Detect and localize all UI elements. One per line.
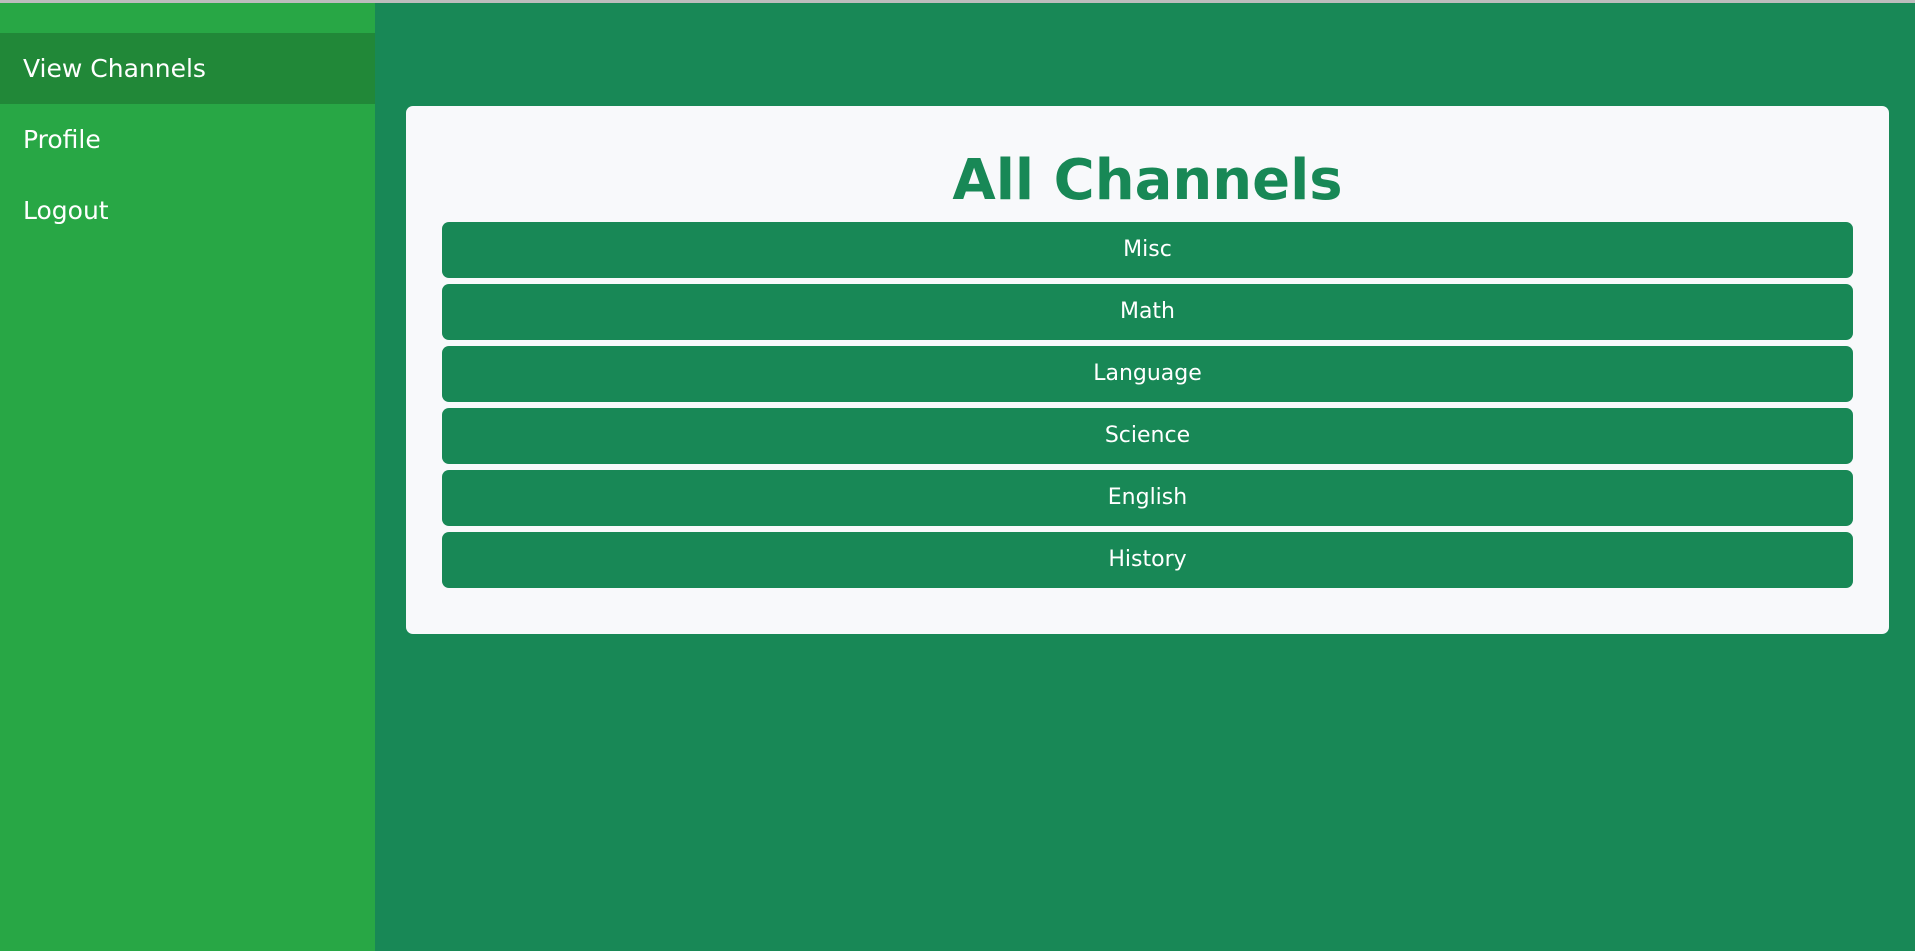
channel-list: Misc Math Language Science English Histo… [442,222,1853,588]
main-content: All Channels Misc Math Language Science … [375,3,1915,951]
sidebar-item-view-channels[interactable]: View Channels [0,33,375,104]
channel-button-english[interactable]: English [442,470,1853,526]
channel-button-science[interactable]: Science [442,408,1853,464]
sidebar-item-logout[interactable]: Logout [0,175,375,246]
channel-button-history[interactable]: History [442,532,1853,588]
channels-card: All Channels Misc Math Language Science … [406,106,1889,634]
channel-button-language[interactable]: Language [442,346,1853,402]
page-title: All Channels [952,148,1343,213]
sidebar: View Channels Profile Logout [0,3,375,951]
sidebar-item-profile[interactable]: Profile [0,104,375,175]
channel-button-math[interactable]: Math [442,284,1853,340]
channel-button-misc[interactable]: Misc [442,222,1853,278]
